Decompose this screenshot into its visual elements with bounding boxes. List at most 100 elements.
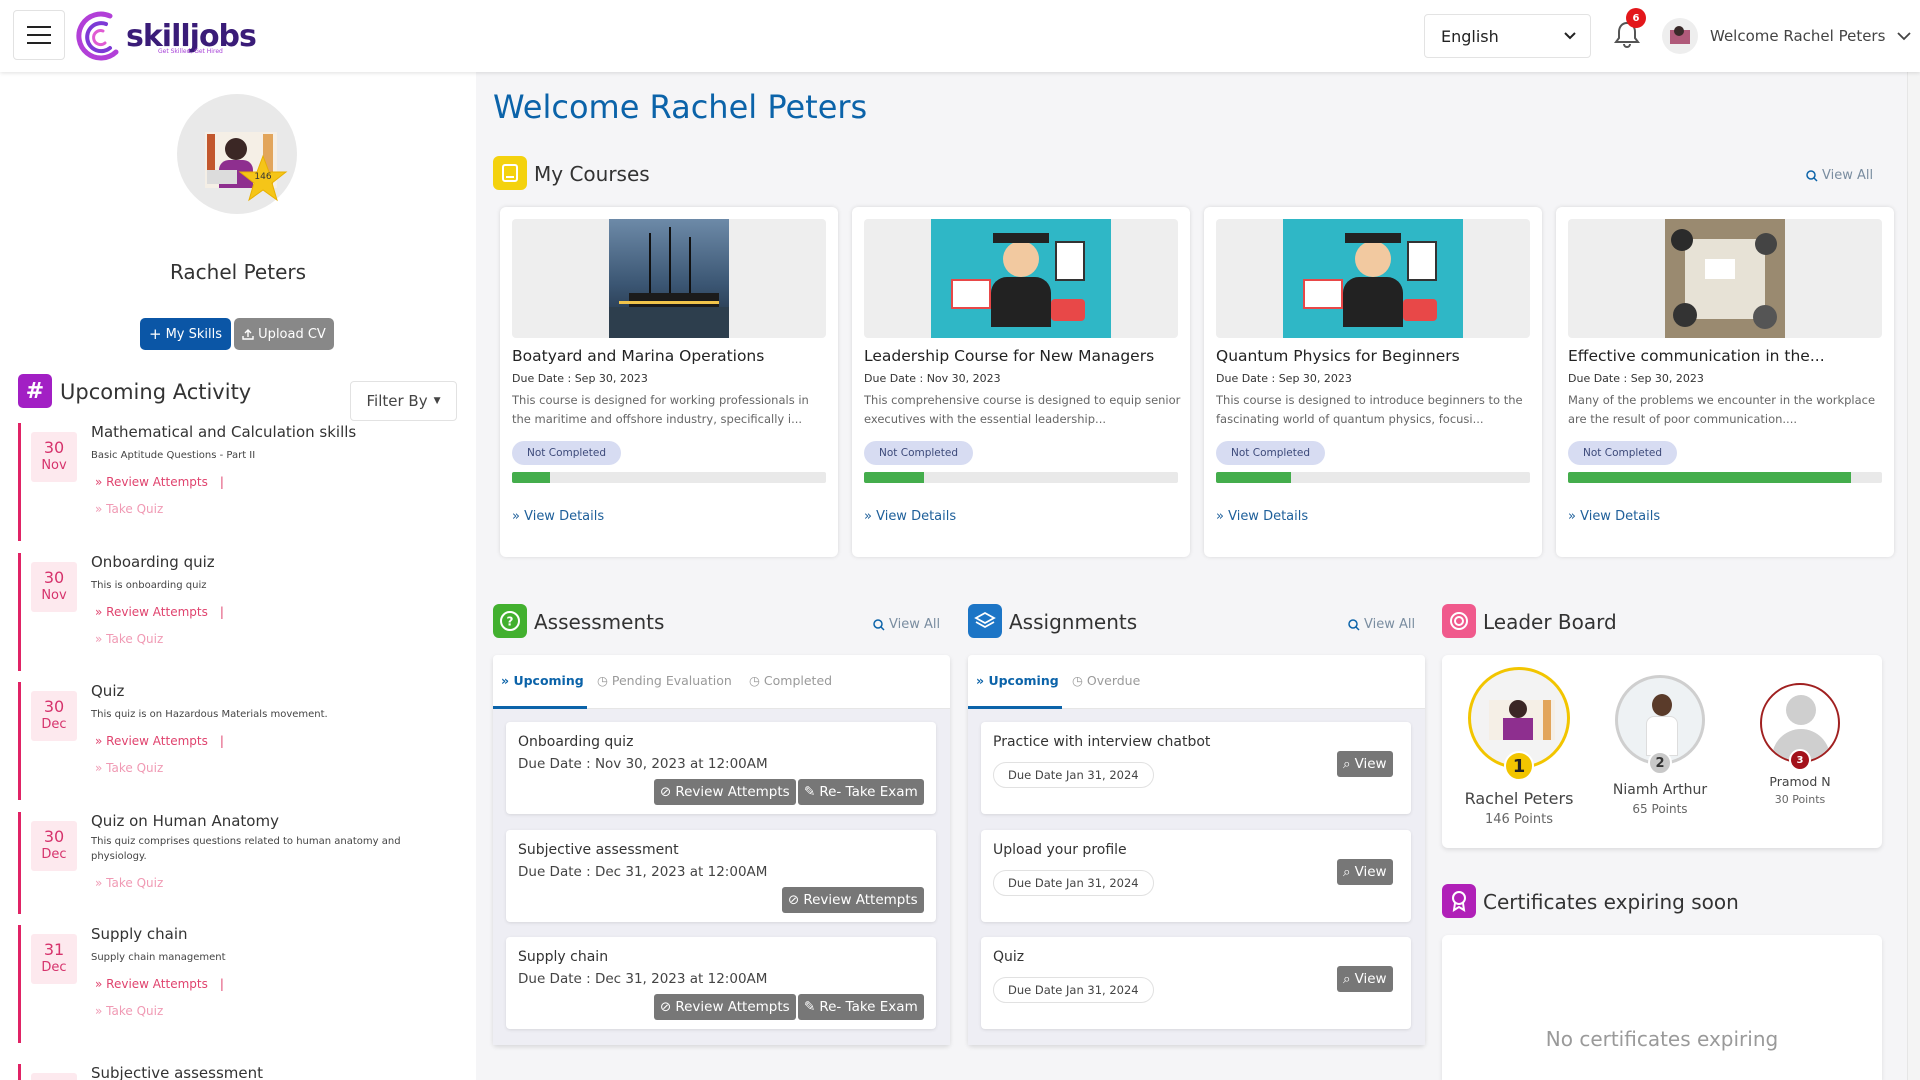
filter-by-dropdown[interactable]: Filter By ▼ <box>350 381 457 421</box>
activity-day: 31 <box>43 940 65 959</box>
target-icon <box>1442 604 1476 638</box>
leader-name: Niamh Arthur <box>1612 782 1708 798</box>
my-skills-label: My Skills <box>165 326 222 342</box>
plus-icon: + <box>148 325 162 343</box>
menu-toggle-button[interactable] <box>13 10 65 60</box>
take-quiz-link[interactable]: » Take Quiz <box>95 502 163 516</box>
review-attempts-button[interactable]: ⊘ Review Attempts <box>654 994 796 1020</box>
review-attempts-button[interactable]: ⊘ Review Attempts <box>654 779 796 805</box>
points-value: 146 <box>254 172 272 182</box>
course-description: This comprehensive course is designed to… <box>864 393 1181 426</box>
activity-title: Subjective assessment <box>91 1064 264 1080</box>
take-quiz-link[interactable]: » Take Quiz <box>95 632 163 646</box>
review-attempts-link[interactable]: » Review Attempts | <box>95 605 224 619</box>
logo-tagline: Get Skilled, Get Hired <box>158 48 223 55</box>
course-description: Many of the problems we encounter in the… <box>1568 393 1876 426</box>
activity-item: 30 Dec Quiz on Human Anatomy This quiz c… <box>18 812 458 914</box>
leader-entry[interactable]: 1 Rachel Peters 146 Points <box>1452 667 1586 827</box>
certificate-icon <box>1442 884 1476 918</box>
rank-badge: 1 <box>1504 751 1534 781</box>
courses-view-all-link[interactable]: View All <box>1806 168 1873 183</box>
course-progress-bar <box>864 472 1178 483</box>
assignment-item: Upload your profile Due Date Jan 31, 202… <box>981 830 1411 922</box>
view-button[interactable]: ⌕ View <box>1337 859 1393 885</box>
course-title: Boatyard and Marina Operations <box>512 347 765 365</box>
activity-date: 30 Dec <box>31 691 77 741</box>
assessments-view-all-link[interactable]: View All <box>873 617 940 632</box>
assignments-title: Assignments <box>1009 610 1138 634</box>
svg-text:?: ? <box>507 615 514 629</box>
course-image <box>1568 219 1882 338</box>
assessments-panel: » Upcoming ◷ Pending Evaluation ◷ Comple… <box>493 655 950 1045</box>
user-menu[interactable]: Welcome Rachel Peters <box>1662 18 1912 54</box>
course-progress-bar <box>1568 472 1882 483</box>
leader-entry[interactable]: 3 Pramod N 30 Points <box>1742 683 1858 806</box>
skilljobs-logo[interactable]: skilljobs Get Skilled, Get Hired <box>76 8 257 64</box>
review-attempts-button[interactable]: ⊘ Review Attempts <box>782 887 924 913</box>
hamburger-line <box>27 42 51 44</box>
logo-swirl-icon <box>76 11 119 61</box>
view-button[interactable]: ⌕ View <box>1337 751 1393 777</box>
chevron-down-icon <box>1564 32 1576 40</box>
book-icon <box>493 156 527 190</box>
take-quiz-link[interactable]: » Take Quiz <box>95 876 163 890</box>
take-quiz-link[interactable]: » Take Quiz <box>95 761 163 775</box>
review-attempts-link[interactable]: » Review Attempts | <box>95 977 224 991</box>
language-select[interactable]: English <box>1424 14 1591 58</box>
tab-upcoming[interactable]: » Upcoming <box>501 673 584 688</box>
assignments-view-all-link[interactable]: View All <box>1348 617 1415 632</box>
course-title: Leadership Course for New Managers <box>864 347 1155 365</box>
course-card[interactable]: Quantum Physics for Beginners Due Date :… <box>1204 207 1542 557</box>
assignments-tabs: » Upcoming ◷ Overdue <box>968 655 1425 709</box>
tab-completed[interactable]: ◷ Completed <box>749 673 832 688</box>
review-attempts-link[interactable]: » Review Attempts | <box>95 734 224 748</box>
retake-exam-button[interactable]: ✎ Re- Take Exam <box>798 994 924 1020</box>
view-button[interactable]: ⌕ View <box>1337 966 1393 992</box>
search-icon <box>873 618 885 631</box>
activity-date: 30 Nov <box>31 432 77 482</box>
activity-desc: This quiz is on Hazardous Materials move… <box>91 709 328 720</box>
my-skills-button[interactable]: + My Skills <box>140 318 231 350</box>
assessment-item: Subjective assessment Due Date : Dec 31,… <box>506 830 936 922</box>
no-certificates-message: No certificates expiring <box>1545 1027 1779 1051</box>
assessments-title: Assessments <box>534 610 665 634</box>
leader-entry[interactable]: 2 Niamh Arthur 65 Points <box>1598 675 1722 816</box>
course-card[interactable]: Boatyard and Marina Operations Due Date … <box>500 207 838 557</box>
assessment-due: Due Date : Dec 31, 2023 at 12:00AM <box>518 864 768 880</box>
view-details-link[interactable]: » View Details <box>864 509 956 524</box>
course-description: This course is designed for working prof… <box>512 393 809 426</box>
course-card[interactable]: Leadership Course for New Managers Due D… <box>852 207 1190 557</box>
review-attempts-link[interactable]: » Review Attempts | <box>95 475 224 489</box>
view-details-link[interactable]: » View Details <box>512 509 604 524</box>
tab-overdue[interactable]: ◷ Overdue <box>1072 673 1140 688</box>
leaderboard-card: 1 Rachel Peters 146 Points 2 Niamh Arthu… <box>1442 655 1882 848</box>
activity-item: 30 Dec Quiz This quiz is on Hazardous Ma… <box>18 682 458 800</box>
page-scrollbar[interactable] <box>1907 72 1920 1080</box>
leader-name: Rachel Peters <box>1464 789 1574 808</box>
assignment-title: Upload your profile <box>993 842 1127 858</box>
retake-exam-button[interactable]: ✎ Re- Take Exam <box>798 779 924 805</box>
rank-badge: 2 <box>1648 751 1672 775</box>
assessment-title: Onboarding quiz <box>518 734 634 750</box>
activity-day: 30 <box>43 568 65 587</box>
assessment-due: Due Date : Nov 30, 2023 at 12:00AM <box>518 756 768 772</box>
language-value: English <box>1441 26 1499 46</box>
activity-month: Nov <box>41 458 67 473</box>
profile-name: Rachel Peters <box>169 260 307 284</box>
page-title: Welcome Rachel Peters <box>493 88 868 126</box>
view-details-link[interactable]: » View Details <box>1216 509 1308 524</box>
tab-upcoming[interactable]: » Upcoming <box>976 673 1059 688</box>
tab-pending-evaluation[interactable]: ◷ Pending Evaluation <box>597 673 732 688</box>
activity-title: Quiz <box>91 682 125 700</box>
upload-cv-button[interactable]: Upload CV <box>234 318 334 350</box>
activity-month: Dec <box>41 960 67 975</box>
take-quiz-link[interactable]: » Take Quiz <box>95 1004 163 1018</box>
leader-points: 65 Points <box>1632 802 1688 816</box>
view-details-link[interactable]: » View Details <box>1568 509 1660 524</box>
hamburger-line <box>27 26 51 28</box>
course-progress-bar <box>1216 472 1530 483</box>
course-due-date: Due Date : Sep 30, 2023 <box>1216 372 1352 385</box>
layers-icon <box>968 604 1002 638</box>
course-card[interactable]: Effective communication in the... Due Da… <box>1556 207 1894 557</box>
status-badge: Not Completed <box>864 441 974 465</box>
